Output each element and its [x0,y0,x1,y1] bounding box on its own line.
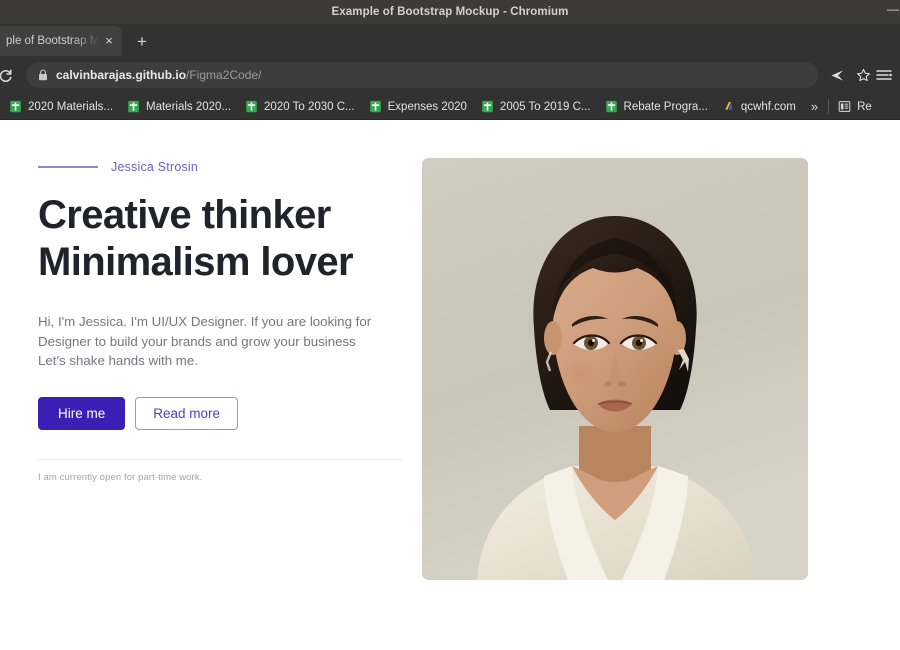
section-divider [38,459,403,460]
tab-title: ple of Bootstrap Mo [6,35,100,47]
bookmark-item[interactable]: 2005 To 2019 C... [474,96,598,118]
bookmark-item[interactable]: Expenses 2020 [362,96,474,118]
reading-list-label: Re [857,100,872,113]
bookmark-label: 2005 To 2019 C... [499,100,591,113]
close-icon[interactable]: × [102,34,116,48]
sheets-icon [369,100,381,113]
bookmark-label: 2020 To 2030 C... [264,100,355,113]
hero-image-column [422,151,808,580]
author-name: Jessica Strosin [111,160,199,174]
generic-site-icon [725,102,732,110]
bookmark-label: Rebate Progra... [623,100,708,113]
window-controls[interactable]: — [886,0,900,24]
lock-icon [38,69,48,81]
window-titlebar: Example of Bootstrap Mockup - Chromium — [0,0,900,24]
bookmarks-bar: 2020 Materials... Materials 2020... 2020… [0,94,900,120]
chrome-menu-icon[interactable] [876,62,896,88]
web-page-content: Jessica Strosin Creative thinker Minimal… [0,120,900,650]
browser-toolbar: calvinbarajas.github.io/Figma2Code/ [0,56,900,94]
accent-line [38,166,98,168]
minimize-button[interactable]: — [886,3,900,21]
headline-line-2: Minimalism lover [38,240,354,284]
cta-button-row: Hire me Read more [38,396,420,430]
share-icon[interactable] [824,62,850,88]
sheets-icon [10,100,21,113]
portrait-illustration [422,158,808,580]
intro-paragraph: Hi, I'm Jessica. I'm UI/UX Designer. If … [38,314,372,368]
bookmark-label: 2020 Materials... [28,100,114,113]
reading-list-icon [838,101,851,112]
bookmark-star-icon[interactable] [850,62,876,88]
url-text: calvinbarajas.github.io/Figma2Code/ [56,68,261,82]
bookmarks-divider [828,99,830,114]
bookmark-label: qcwhf.com [740,100,796,113]
bookmark-item[interactable]: qcwhf.com [715,96,803,118]
bookmark-label: Materials 2020... [146,100,232,113]
hero-text-column: Jessica Strosin Creative thinker Minimal… [0,151,420,580]
new-tab-button[interactable]: + [128,28,156,56]
headline-line-1: Creative thinker [38,193,331,237]
sheets-icon [246,100,257,113]
tab-strip: ple of Bootstrap Mo × + [0,24,900,56]
bookmark-item[interactable]: Materials 2020... [120,96,238,118]
sheets-icon [605,100,617,113]
reading-list-button[interactable]: Re [831,96,879,118]
page-title: Creative thinker Minimalism lover [38,192,420,286]
bookmarks-overflow-button[interactable]: » [803,99,826,114]
window-title: Example of Bootstrap Mockup - Chromium [331,6,569,18]
bookmark-item[interactable]: Rebate Progra... [598,96,715,118]
browser-tab[interactable]: ple of Bootstrap Mo × [0,26,122,56]
address-bar[interactable]: calvinbarajas.github.io/Figma2Code/ [26,62,818,88]
reload-icon[interactable] [0,62,18,88]
bookmark-item[interactable]: 2020 To 2030 C... [238,96,362,118]
sheets-icon [482,100,493,113]
url-domain: calvinbarajas.github.io [56,68,187,82]
url-path: /Figma2Code/ [186,68,262,82]
sheets-icon [128,100,139,113]
bookmark-label: Expenses 2020 [387,100,467,113]
bookmark-item[interactable]: 2020 Materials... [2,96,120,118]
portrait-photo [422,158,808,580]
availability-note: I am currently open for part-time work. [38,472,203,483]
eyebrow: Jessica Strosin [38,160,420,174]
hero-section: Jessica Strosin Creative thinker Minimal… [0,120,900,580]
hire-me-button[interactable]: Hire me [38,396,126,430]
read-more-button[interactable]: Read more [135,396,239,430]
